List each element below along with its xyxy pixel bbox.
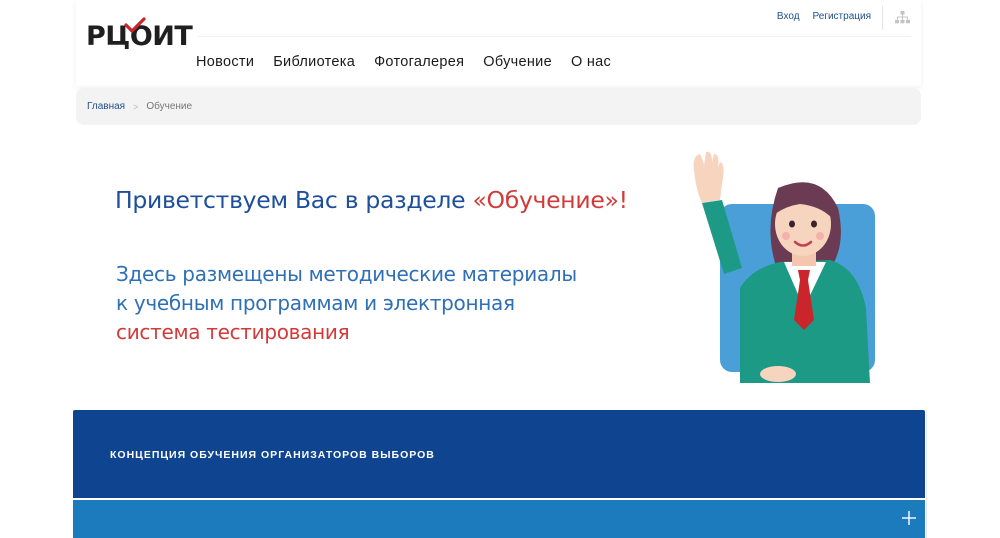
desc-line-2: к учебным программам и электронная (116, 291, 515, 315)
banner-welcome: Приветствуем Вас в разделе «Обучение»! (115, 186, 628, 214)
banner-description: Здесь размещены методические материалы к… (116, 260, 577, 347)
nav-item-news[interactable]: Новости (196, 54, 254, 70)
desc-line-3: система тестирования (116, 320, 350, 344)
breadcrumb-separator: > (133, 101, 139, 112)
main-nav: Новости Библиотека Фотогалерея Обучение … (196, 54, 611, 70)
nav-item-library[interactable]: Библиотека (273, 54, 355, 70)
header-separator (198, 36, 911, 37)
welcome-prefix: Приветствуем Вас в разделе (115, 186, 473, 214)
concept-title: КОНЦЕПЦИЯ ОБУЧЕНИЯ ОРГАНИЗАТОРОВ ВЫБОРОВ (110, 449, 435, 461)
nav-item-about[interactable]: О нас (571, 54, 611, 70)
divider (882, 6, 883, 30)
plus-icon[interactable] (902, 511, 916, 525)
site-header: РЦОИТ Вход Регистрация Новости Библиотек… (76, 0, 921, 86)
accordion-header[interactable] (73, 500, 925, 538)
desc-line-1: Здесь размещены методические материалы (116, 262, 577, 286)
nav-item-gallery[interactable]: Фотогалерея (374, 54, 464, 70)
breadcrumb-current: Обучение (146, 101, 193, 112)
breadcrumb: Главная > Обучение (76, 88, 921, 125)
register-link[interactable]: Регистрация (813, 11, 871, 22)
sitemap-icon[interactable] (895, 11, 910, 24)
breadcrumb-home[interactable]: Главная (87, 101, 125, 112)
teacher-illustration (693, 151, 875, 383)
divider (926, 410, 927, 538)
auth-links: Вход Регистрация (777, 11, 871, 22)
login-link[interactable]: Вход (777, 11, 800, 22)
nav-item-training[interactable]: Обучение (483, 54, 552, 70)
hero-banner: Приветствуем Вас в разделе «Обучение»! З… (0, 130, 1000, 405)
checkmark-icon (124, 17, 146, 33)
concept-section: КОНЦЕПЦИЯ ОБУЧЕНИЯ ОРГАНИЗАТОРОВ ВЫБОРОВ (73, 410, 925, 498)
welcome-accent: «Обучение»! (472, 186, 628, 214)
